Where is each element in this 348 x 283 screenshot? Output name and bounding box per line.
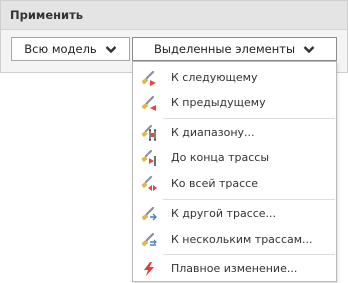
chevron-down-icon — [303, 45, 315, 53]
menu-item-smooth-change[interactable]: Плавное изменение... — [133, 257, 336, 281]
panel-header: Применить — [1, 1, 347, 30]
lightning-icon — [144, 262, 154, 276]
brush-previous-icon — [141, 95, 156, 111]
menu-item-label: Ко всей трассе — [171, 177, 258, 190]
menu-item-label: К диапазону... — [171, 126, 255, 139]
menu-item-to-range[interactable]: К диапазону... — [133, 121, 336, 145]
menu-item-to-route-end[interactable]: До конца трассы — [133, 146, 336, 170]
selected-elements-label: Выделенные элементы — [153, 42, 296, 56]
menu-separator — [163, 254, 335, 255]
apply-dropdown-menu: К следующему К предыдущему К диапазону..… — [132, 61, 337, 282]
selected-elements-button[interactable]: Выделенные элементы — [132, 37, 337, 61]
menu-item-label: Плавное изменение... — [171, 262, 298, 275]
chevron-down-icon — [105, 45, 117, 53]
menu-item-label: До конца трассы — [171, 151, 270, 164]
brush-to-end-icon — [141, 150, 156, 166]
brush-whole-route-icon — [141, 176, 157, 191]
brush-other-route-icon — [141, 206, 157, 221]
menu-item-multiple-routes[interactable]: К нескольким трассам... — [133, 228, 336, 252]
menu-item-to-next[interactable]: К следующему — [133, 66, 336, 90]
menu-item-whole-route[interactable]: Ко всей трассе — [133, 172, 336, 196]
menu-item-label: К нескольким трассам... — [171, 233, 313, 246]
menu-item-label: К другой трассе... — [171, 207, 277, 220]
panel-title: Применить — [10, 8, 84, 22]
menu-separator — [163, 199, 335, 200]
brush-range-icon — [141, 125, 156, 141]
menu-item-label: К следующему — [171, 71, 258, 84]
all-model-label: Всю модель — [24, 42, 97, 56]
all-model-button[interactable]: Всю модель — [11, 37, 130, 61]
brush-next-icon — [141, 70, 156, 86]
menu-item-other-route[interactable]: К другой трассе... — [133, 202, 336, 226]
menu-separator — [163, 118, 335, 119]
menu-item-to-previous[interactable]: К предыдущему — [133, 91, 336, 115]
menu-item-label: К предыдущему — [171, 96, 266, 109]
brush-multiple-routes-icon — [141, 232, 157, 247]
